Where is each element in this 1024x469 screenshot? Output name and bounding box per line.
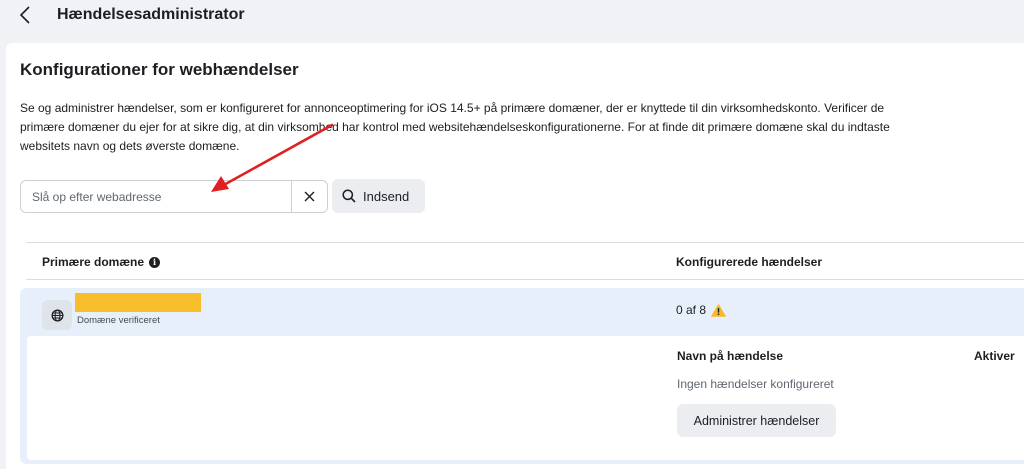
back-button[interactable] <box>14 4 36 26</box>
globe-icon <box>51 309 63 321</box>
column-header-domain-label: Primære domæne <box>42 255 145 269</box>
domain-status: Domæne verificeret <box>77 315 160 326</box>
search-input[interactable] <box>21 181 292 212</box>
domain-icon-badge <box>42 300 72 330</box>
column-header-activate: Aktiver <box>974 349 1015 363</box>
search-box <box>20 180 328 213</box>
page-title: Hændelsesadministrator <box>57 6 245 23</box>
warning-icon <box>711 303 727 317</box>
section-description: Se og administrer hændelser, som er konf… <box>20 101 890 153</box>
configured-events-count: 0 af 8 <box>676 303 727 317</box>
table-header: Primære domæne i Konfigurerede hændelser <box>26 242 1024 280</box>
domain-name-redacted <box>75 293 201 312</box>
submit-button[interactable]: Indsend <box>332 179 425 213</box>
search-icon <box>342 189 356 203</box>
manage-events-button[interactable]: Administrer hændelser <box>677 404 836 437</box>
close-icon <box>304 191 315 202</box>
chevron-left-icon <box>19 6 30 24</box>
column-header-domain: Primære domæne i <box>42 255 161 269</box>
clear-search-button[interactable] <box>291 181 327 212</box>
column-header-event-name: Navn på hændelse <box>677 349 784 363</box>
submit-label: Indsend <box>363 188 410 204</box>
table-row[interactable]: Domæne verificeret 0 af 8 Navn på hændel… <box>20 288 1024 464</box>
web-events-card: Konfigurationer for webhændelser Se og a… <box>6 43 1024 469</box>
top-bar: Hændelsesadministrator <box>0 0 1024 32</box>
row-details-panel: Navn på hændelse Aktiver Ingen hændelser… <box>27 336 1024 460</box>
configured-count-text: 0 af 8 <box>676 303 707 317</box>
info-icon[interactable]: i <box>149 256 161 268</box>
section-title: Konfigurationer for webhændelser <box>20 60 299 79</box>
column-header-events: Konfigurerede hændelser <box>676 255 823 269</box>
empty-events-text: Ingen hændelser konfigureret <box>677 377 834 391</box>
